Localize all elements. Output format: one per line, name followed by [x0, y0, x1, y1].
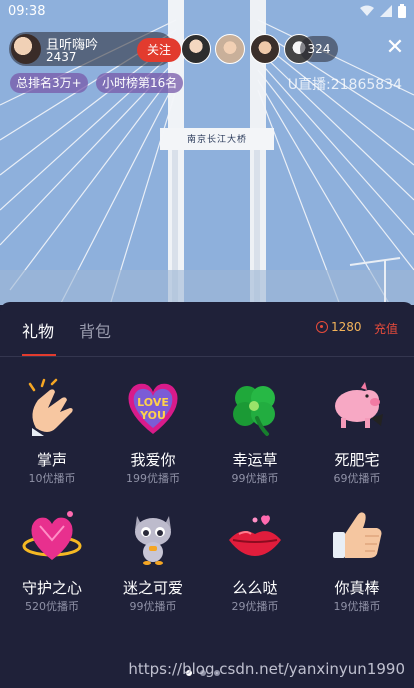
- clapping-hands-icon: [28, 378, 73, 436]
- anchor-avatar[interactable]: [11, 34, 41, 64]
- watermark: https://blog.csdn.net/yanxinyun1990: [128, 660, 405, 678]
- anchor-info-capsule[interactable]: 且听嗨吟 2437 关注: [9, 32, 181, 66]
- viewer-avatar[interactable]: [215, 34, 245, 64]
- room-id: U直播:21865834: [287, 77, 402, 93]
- kiss-lips-icon: [229, 515, 281, 556]
- diamond-heart-icon: [22, 511, 82, 560]
- active-tab-indicator: [22, 354, 56, 356]
- gift-price: 19优播币: [333, 600, 381, 613]
- status-bar: 09:38: [0, 0, 414, 24]
- coin-balance-value: 1280: [331, 320, 362, 334]
- gift-price: 99优播币: [231, 472, 279, 485]
- follow-button[interactable]: 关注: [137, 38, 181, 62]
- gift-price: 99优播币: [129, 600, 177, 613]
- cute-cat-icon: [135, 516, 171, 565]
- gift-name: 我爱你: [130, 451, 176, 469]
- gift-name: 掌声: [36, 451, 67, 469]
- viewer-avatar[interactable]: [181, 34, 211, 64]
- love-you-heart-icon: LOVE YOU: [128, 383, 178, 434]
- gift-item[interactable]: 守护之心 520优播币: [7, 506, 97, 616]
- svg-text:LOVE: LOVE: [137, 396, 169, 409]
- gift-name: 你真棒: [334, 579, 380, 597]
- battery-icon: [398, 4, 406, 18]
- bridge-sign: 南京长江大桥: [186, 135, 247, 145]
- coin-balance: 1280: [316, 320, 362, 334]
- gift-name: 守护之心: [21, 579, 82, 597]
- gift-item[interactable]: 迷之可爱 99优播币: [108, 506, 198, 616]
- tab-backpack[interactable]: 背包: [79, 318, 111, 342]
- gift-name: 死肥宅: [334, 451, 380, 469]
- gift-price: 10优播币: [28, 472, 76, 485]
- signal-icon: [380, 5, 392, 17]
- gift-price: 520优播币: [25, 600, 79, 613]
- gift-item[interactable]: 么么哒 29优播币: [210, 506, 300, 616]
- close-icon[interactable]: ✕: [383, 37, 407, 61]
- thumbs-up-icon: [333, 512, 382, 558]
- wifi-icon: [360, 5, 374, 16]
- viewer-count-badge[interactable]: 324: [300, 36, 338, 62]
- hourly-rank-badge[interactable]: 小时榜第16名: [96, 73, 184, 93]
- gift-name: 迷之可爱: [122, 579, 183, 597]
- gift-name: 么么哒: [232, 579, 278, 597]
- gift-panel: 礼物 背包 1280 充值 掌声 10优播币 LOVE YOU 我爱你 199优…: [0, 302, 414, 688]
- viewer-avatar[interactable]: [250, 34, 280, 64]
- recharge-link[interactable]: 充值: [374, 320, 398, 337]
- gift-price: 69优播币: [333, 472, 381, 485]
- gift-item[interactable]: 你真棒 19优播币: [312, 506, 402, 616]
- gift-item[interactable]: LOVE YOU 我爱你 199优播币: [108, 378, 198, 488]
- total-rank-badge[interactable]: 总排名3万+: [10, 73, 88, 93]
- tab-gifts[interactable]: 礼物: [22, 318, 54, 342]
- svg-text:YOU: YOU: [139, 409, 166, 422]
- status-time: 09:38: [8, 4, 46, 19]
- four-leaf-clover-icon: [233, 386, 275, 436]
- gift-price: 199优播币: [126, 472, 180, 485]
- gift-price: 29优播币: [231, 600, 279, 613]
- gift-item[interactable]: 幸运草 99优播币: [210, 378, 300, 488]
- gift-tabs: 礼物 背包 1280 充值: [0, 302, 414, 357]
- gift-item[interactable]: 死肥宅 69优播币: [312, 378, 402, 488]
- anchor-number: 2437: [46, 50, 77, 64]
- pink-pig-icon: [335, 382, 383, 428]
- gift-item[interactable]: 掌声 10优播币: [7, 378, 97, 488]
- gift-name: 幸运草: [232, 451, 278, 469]
- coin-icon: [316, 321, 328, 333]
